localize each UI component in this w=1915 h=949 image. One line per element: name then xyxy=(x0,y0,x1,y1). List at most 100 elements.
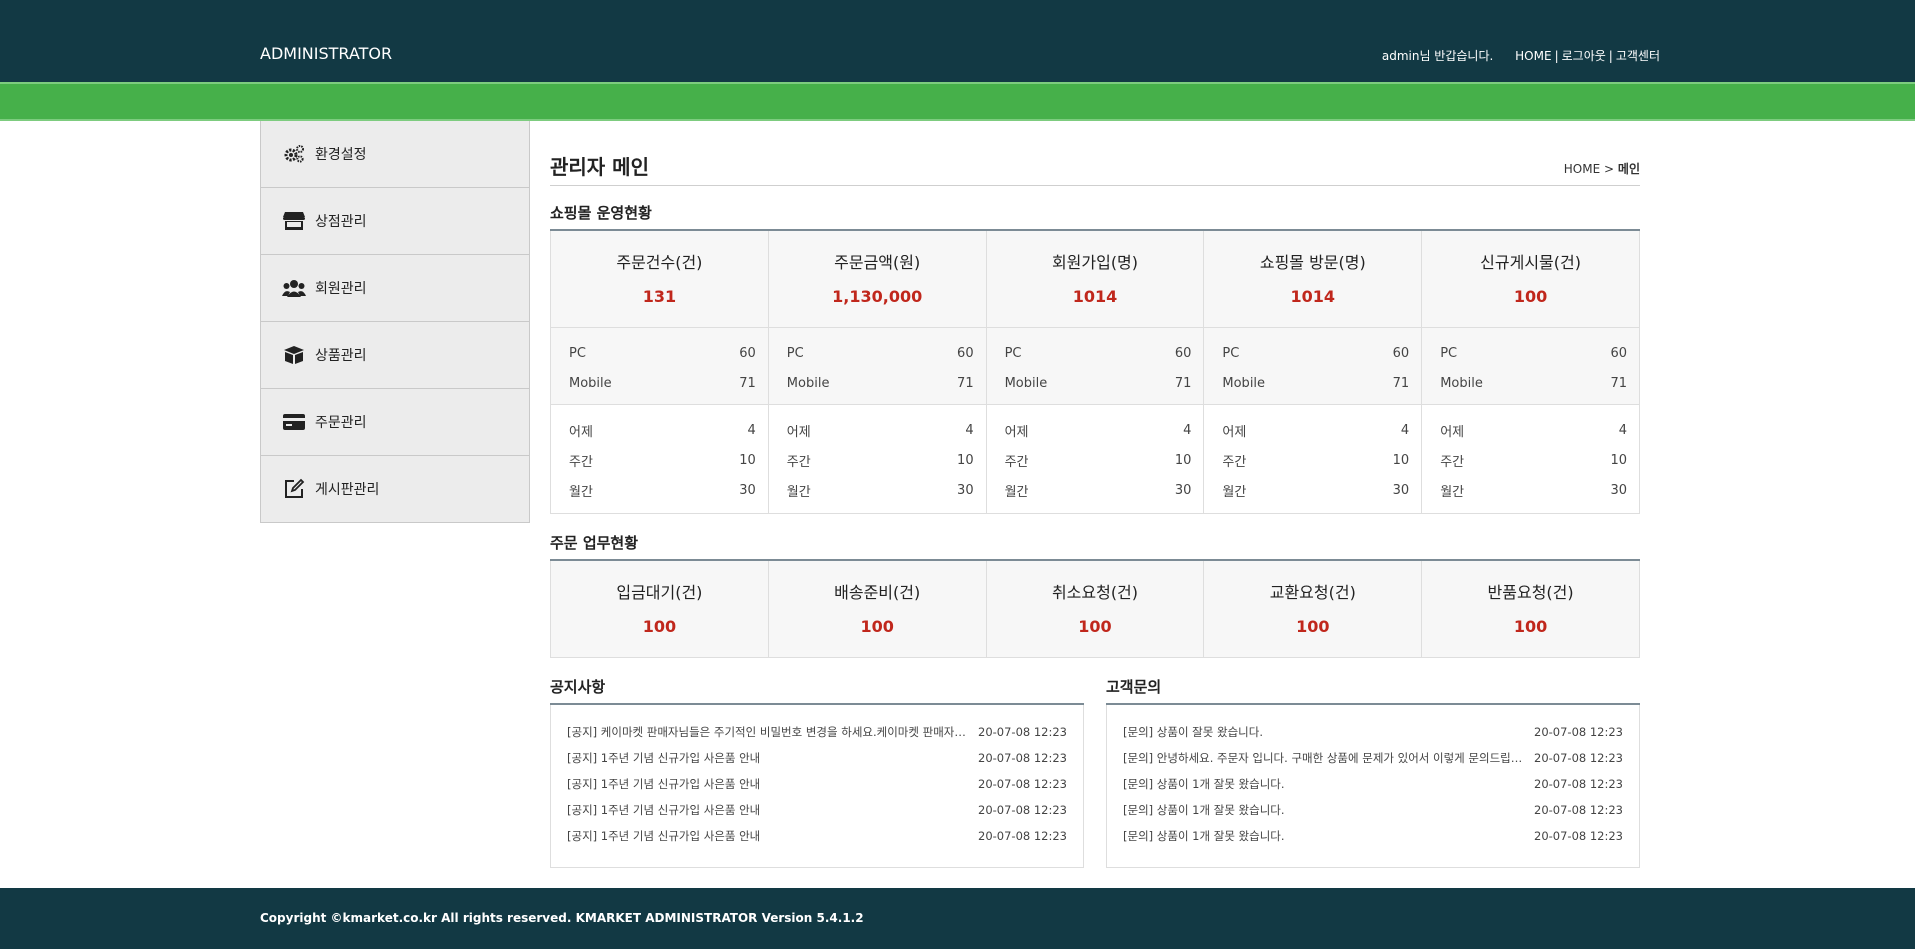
period-breakdown: 어제 4 주간 10 월간 30 xyxy=(768,405,986,513)
order-status-value[interactable]: 100 xyxy=(1204,617,1421,636)
post-item[interactable]: [문의] 상품이 잘못 왔습니다. 20-07-08 12:23 xyxy=(1123,719,1623,745)
row-label: PC xyxy=(569,345,586,361)
stat-value[interactable]: 1014 xyxy=(987,287,1204,306)
row-value: 4 xyxy=(1183,422,1192,438)
stat-value[interactable]: 131 xyxy=(551,287,768,306)
operation-stats: 주문건수(건) 131 PC 60 Mobile 71 어제 4 주간 10 월간 30 주문금액(원)… xyxy=(550,231,1640,514)
nav-separator: | xyxy=(1554,49,1559,63)
stat-head: 주문금액(원) 1,130,000 xyxy=(768,231,986,328)
row-value: 60 xyxy=(739,345,756,361)
post-title[interactable]: [공지] 케이마켓 판매자님들은 주기적인 비밀번호 변경을 하세요.케이마켓 … xyxy=(567,724,967,740)
box-icon xyxy=(282,343,306,367)
order-status-value[interactable]: 100 xyxy=(551,617,768,636)
row-label: 월간 xyxy=(569,484,593,500)
row-value: 10 xyxy=(957,452,974,468)
row-label: 월간 xyxy=(1004,484,1029,500)
post-item[interactable]: [문의] 상품이 1개 잘못 왔습니다. 20-07-08 12:23 xyxy=(1123,771,1623,797)
stat-row-yesterday: 어제 4 xyxy=(787,415,974,445)
welcome-text: admin님 반갑습니다. xyxy=(1381,49,1494,63)
row-label: 주간 xyxy=(1440,454,1465,470)
sidebar-item-store[interactable]: 상점관리 xyxy=(261,188,529,255)
sidebar-item-label: 주문관리 xyxy=(315,415,367,431)
post-date: 20-07-08 12:23 xyxy=(978,777,1067,791)
row-value: 71 xyxy=(739,375,756,391)
row-value: 60 xyxy=(1610,345,1627,361)
post-title[interactable]: [공지] 1주년 기념 신규가입 사은품 안내 xyxy=(567,802,967,818)
sidebar-item-label: 상점관리 xyxy=(315,214,367,230)
customer-center-link[interactable]: 고객센터 xyxy=(1616,49,1660,63)
post-title[interactable]: [문의] 안녕하세요. 주문자 입니다. 구매한 상품에 문제가 있어서 이렇게… xyxy=(1123,750,1523,766)
post-item[interactable]: [공지] 케이마켓 판매자님들은 주기적인 비밀번호 변경을 하세요.케이마켓 … xyxy=(567,719,1067,745)
notice-list: [공지] 케이마켓 판매자님들은 주기적인 비밀번호 변경을 하세요.케이마켓 … xyxy=(550,705,1084,868)
stat-row-mobile: Mobile 71 xyxy=(569,368,756,398)
row-label: 주간 xyxy=(569,454,593,470)
sidebar-item-label: 환경설정 xyxy=(315,147,367,163)
post-title[interactable]: [문의] 상품이 잘못 왔습니다. xyxy=(1123,724,1523,740)
row-label: Mobile xyxy=(1222,375,1266,391)
logout-link[interactable]: 로그아웃 xyxy=(1562,49,1606,63)
period-breakdown: 어제 4 주간 10 월간 30 xyxy=(986,405,1204,513)
post-item[interactable]: [문의] 상품이 1개 잘못 왔습니다. 20-07-08 12:23 xyxy=(1123,797,1623,823)
post-item[interactable]: [공지] 1주년 기념 신규가입 사은품 안내 20-07-08 12:23 xyxy=(567,745,1067,771)
qna-board: 고객문의 [문의] 상품이 잘못 왔습니다. 20-07-08 12:23 [문의]… xyxy=(1106,676,1640,868)
stat-row-weekly: 주간 10 xyxy=(1005,445,1192,475)
stat-row-monthly: 월간 30 xyxy=(1222,475,1409,505)
post-title[interactable]: [공지] 1주년 기념 신규가입 사은품 안내 xyxy=(567,776,967,792)
home-link[interactable]: HOME xyxy=(1515,49,1551,63)
row-value: 60 xyxy=(1392,345,1410,361)
stat-row-yesterday: 어제 4 xyxy=(1440,415,1627,445)
order-status-value[interactable]: 100 xyxy=(987,617,1204,636)
stat-row-mobile: Mobile 71 xyxy=(1005,368,1192,398)
post-date: 20-07-08 12:23 xyxy=(1534,725,1623,739)
breadcrumb-home[interactable]: HOME xyxy=(1564,162,1600,176)
stat-value[interactable]: 1014 xyxy=(1204,287,1421,306)
stat-name: 쇼핑몰 방문(명) xyxy=(1259,253,1366,272)
operation-section-title: 쇼핑몰 운영현황 xyxy=(550,202,1640,231)
row-label: PC xyxy=(1222,345,1240,361)
brand-logo[interactable]: ADMINISTRATOR xyxy=(260,44,392,63)
post-item[interactable]: [문의] 상품이 1개 잘못 왔습니다. 20-07-08 12:23 xyxy=(1123,823,1623,849)
row-value: 71 xyxy=(1610,375,1627,391)
order-status-value[interactable]: 100 xyxy=(769,617,986,636)
edit-icon xyxy=(282,477,306,501)
stat-name: 회원가입(명) xyxy=(1051,253,1139,272)
sidebar-item-board[interactable]: 게시판관리 xyxy=(261,456,529,523)
order-status-name: 반품요청(건) xyxy=(1487,583,1574,602)
stat-column: 주문금액(원) 1,130,000 PC 60 Mobile 71 어제 4 주간 10 월간 30 xyxy=(768,231,987,514)
boards: 공지사항 [공지] 케이마켓 판매자님들은 주기적인 비밀번호 변경을 하세요.… xyxy=(550,676,1640,868)
order-status-column: 취소요청(건) 100 xyxy=(986,561,1205,658)
users-icon xyxy=(282,276,306,300)
device-breakdown: PC 60 Mobile 71 xyxy=(1204,328,1422,405)
stat-value[interactable]: 100 xyxy=(1422,287,1639,306)
credit-card-icon xyxy=(282,410,306,434)
order-status-value[interactable]: 100 xyxy=(1422,617,1639,636)
breadcrumb-current: 메인 xyxy=(1617,162,1640,176)
post-item[interactable]: [공지] 1주년 기념 신규가입 사은품 안내 20-07-08 12:23 xyxy=(567,797,1067,823)
row-value: 71 xyxy=(957,375,974,391)
device-breakdown: PC 60 Mobile 71 xyxy=(1422,328,1639,405)
post-title[interactable]: [문의] 상품이 1개 잘못 왔습니다. xyxy=(1123,776,1523,792)
row-label: PC xyxy=(1004,345,1022,361)
stat-row-weekly: 주간 10 xyxy=(1222,445,1409,475)
stat-column: 쇼핑몰 방문(명) 1014 PC 60 Mobile 71 어제 4 주간 10 월간 30 xyxy=(1204,231,1423,514)
stat-name: 주문금액(원) xyxy=(834,253,921,272)
post-item[interactable]: [문의] 안녕하세요. 주문자 입니다. 구매한 상품에 문제가 있어서 이렇게… xyxy=(1123,745,1623,771)
sidebar-item-members[interactable]: 회원관리 xyxy=(261,255,529,322)
stat-value[interactable]: 1,130,000 xyxy=(769,287,986,306)
post-date: 20-07-08 12:23 xyxy=(1534,777,1623,791)
sidebar-item-settings[interactable]: 환경설정 xyxy=(261,121,529,188)
post-title[interactable]: [문의] 상품이 1개 잘못 왔습니다. xyxy=(1123,828,1523,844)
breadcrumb-separator: > xyxy=(1604,162,1615,176)
order-status-column: 반품요청(건) 100 xyxy=(1422,561,1640,658)
row-label: 월간 xyxy=(786,484,811,500)
sidebar-item-orders[interactable]: 주문관리 xyxy=(261,389,529,456)
row-label: 주간 xyxy=(786,454,811,470)
post-title[interactable]: [공지] 1주년 기념 신규가입 사은품 안내 xyxy=(567,750,967,766)
sidebar-item-label: 회원관리 xyxy=(315,281,367,297)
post-item[interactable]: [공지] 1주년 기념 신규가입 사은품 안내 20-07-08 12:23 xyxy=(567,771,1067,797)
post-title[interactable]: [공지] 1주년 기념 신규가입 사은품 안내 xyxy=(567,828,967,844)
post-title[interactable]: [문의] 상품이 1개 잘못 왔습니다. xyxy=(1123,802,1523,818)
sidebar-item-label: 게시판관리 xyxy=(315,482,380,498)
sidebar-item-products[interactable]: 상품관리 xyxy=(261,322,529,389)
post-item[interactable]: [공지] 1주년 기념 신규가입 사은품 안내 20-07-08 12:23 xyxy=(567,823,1067,849)
